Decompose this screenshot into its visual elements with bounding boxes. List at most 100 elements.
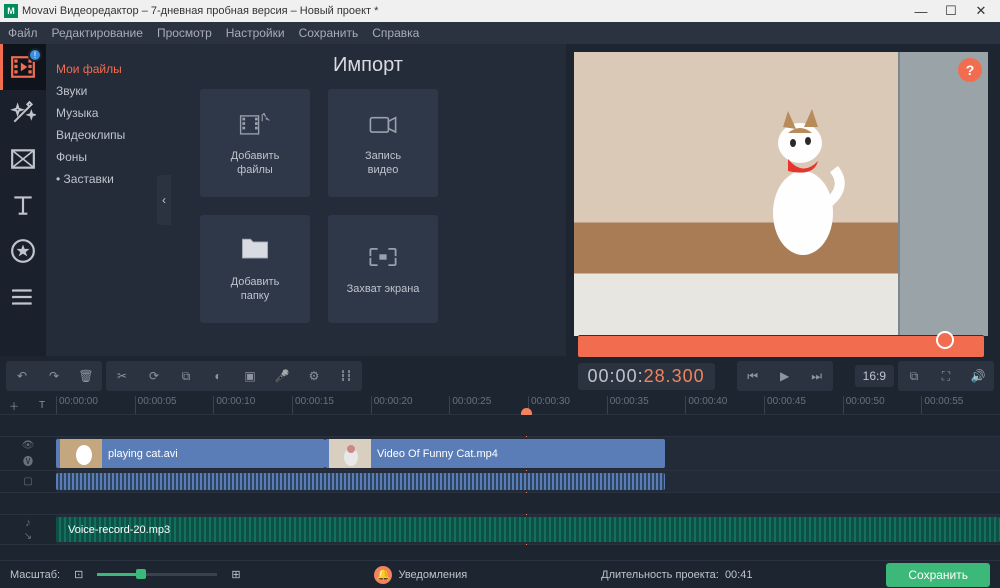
- volume-button[interactable]: 🔊: [962, 361, 994, 391]
- titlebar: M Movavi Видеоредактор – 7-дневная пробн…: [0, 0, 1000, 22]
- cut-button[interactable]: ✂: [106, 361, 138, 391]
- question-icon: ?: [966, 62, 975, 78]
- undo-button[interactable]: ↶: [6, 361, 38, 391]
- clip-properties-button[interactable]: ⚙: [298, 361, 330, 391]
- text-icon: [10, 192, 36, 218]
- timecode-frames: 28.300: [644, 366, 705, 386]
- project-duration: Длительность проекта: 00:41: [601, 569, 752, 581]
- delete-button[interactable]: 🗑: [70, 361, 102, 391]
- tile-add-files[interactable]: Добавить файлы: [200, 89, 310, 197]
- minimize-button[interactable]: —: [906, 4, 936, 19]
- sliders-icon: ┇┇: [340, 371, 352, 382]
- prev-frame-button[interactable]: ⏮: [737, 361, 769, 391]
- next-frame-button[interactable]: ⏭: [801, 361, 833, 391]
- linked-audio-track-head: ▢: [0, 471, 56, 492]
- aspect-ratio-selector[interactable]: 16:9: [855, 365, 894, 387]
- save-button[interactable]: Сохранить: [886, 563, 990, 587]
- close-button[interactable]: ✕: [966, 3, 996, 19]
- menu-view[interactable]: Просмотр: [157, 26, 212, 40]
- sidebar-import-button[interactable]: !: [0, 44, 46, 90]
- menu-file[interactable]: Файл: [8, 26, 38, 40]
- category-my-files[interactable]: Мои файлы: [56, 58, 160, 80]
- scissors-icon: ✂: [117, 369, 127, 383]
- voiceover-button[interactable]: 🎤: [266, 361, 298, 391]
- link-icon[interactable]: 🅥: [23, 453, 33, 468]
- linked-audio-lane[interactable]: [56, 471, 1000, 492]
- video-track-lane[interactable]: playing cat.avi Video Of Funny Cat.mp4: [56, 437, 1000, 470]
- audio-track-lane[interactable]: Voice-record-20.mp3: [56, 515, 1000, 544]
- menu-help[interactable]: Справка: [372, 26, 419, 40]
- transition-insert-button[interactable]: ▣: [234, 361, 266, 391]
- zoom-fit-icon[interactable]: ⊡: [74, 568, 83, 581]
- timeline-ruler[interactable]: ＋ T 00:00:00 00:00:05 00:00:10 00:00:15 …: [0, 396, 1000, 414]
- audio-clip[interactable]: Voice-record-20.mp3: [56, 517, 1000, 542]
- tile-add-folder[interactable]: Добавить папку: [200, 215, 310, 323]
- category-sounds[interactable]: Звуки: [56, 80, 160, 102]
- sidebar-titles-button[interactable]: [0, 182, 46, 228]
- category-videoclips[interactable]: Видеоклипы: [56, 124, 160, 146]
- rotate-button[interactable]: ⟳: [138, 361, 170, 391]
- audio-properties-button[interactable]: ┇┇: [330, 361, 362, 391]
- menu-edit[interactable]: Редактирование: [52, 26, 143, 40]
- menu-save[interactable]: Сохранить: [299, 26, 359, 40]
- tile-label: Запись видео: [365, 149, 401, 177]
- sidebar-transitions-button[interactable]: [0, 136, 46, 182]
- notifications-button[interactable]: 🔔 Уведомления: [374, 566, 467, 584]
- redo-button[interactable]: ↷: [38, 361, 70, 391]
- editor-toolbar: ↶ ↷ 🗑 ✂ ⟳ ⧉ ◐ ▣ 🎤 ⚙ ┇┇ 00:00:28.300 ⏮ ▶ …: [0, 356, 1000, 396]
- timeline-text-button[interactable]: T: [28, 396, 56, 414]
- sidebar-more-button[interactable]: [0, 274, 46, 320]
- clip-thumbnail: [60, 439, 102, 468]
- help-button[interactable]: ?: [958, 58, 982, 82]
- aspect-ratio-label: 16:9: [863, 369, 886, 383]
- notifications-label: Уведомления: [398, 569, 467, 581]
- camera-icon: [365, 109, 401, 139]
- collapse-panel-button[interactable]: ‹: [157, 175, 171, 225]
- crop-button[interactable]: ⧉: [170, 361, 202, 391]
- waveform[interactable]: [56, 473, 665, 490]
- zoom-slider[interactable]: [97, 573, 217, 576]
- clip-label: Video Of Funny Cat.mp4: [377, 448, 498, 460]
- preview-timecode: 00:00:28.300: [578, 363, 715, 390]
- play-button[interactable]: ▶: [769, 361, 801, 391]
- sidebar-filters-button[interactable]: [0, 90, 46, 136]
- import-categories: Мои файлы Звуки Музыка Видеоклипы Фоны •…: [46, 44, 170, 356]
- notification-badge-icon: !: [28, 48, 42, 62]
- ruler-tick: 00:00:50: [843, 396, 922, 414]
- category-intros[interactable]: • Заставки: [56, 168, 160, 190]
- tile-screen-capture[interactable]: Захват экрана: [328, 215, 438, 323]
- detach-preview-button[interactable]: ⧉: [898, 361, 930, 391]
- timecode-prefix: 00:00:: [588, 366, 644, 386]
- eye-icon[interactable]: 👁: [22, 440, 35, 451]
- app-icon: M: [4, 4, 18, 18]
- ruler-tick: 00:00:05: [135, 396, 214, 414]
- video-clip[interactable]: playing cat.avi: [56, 439, 325, 468]
- folder-icon: [237, 235, 273, 265]
- color-adjust-button[interactable]: ◐: [202, 361, 234, 391]
- preview-seekbar[interactable]: [574, 336, 988, 356]
- category-music[interactable]: Музыка: [56, 102, 160, 124]
- menu-settings[interactable]: Настройки: [226, 26, 285, 40]
- star-circle-icon: [10, 238, 36, 264]
- ruler-tick: 00:00:55: [921, 396, 1000, 414]
- sidebar-stickers-button[interactable]: [0, 228, 46, 274]
- preview-content-icon: [748, 103, 858, 263]
- fullscreen-button[interactable]: ⛶: [930, 361, 962, 391]
- frame-icon[interactable]: ▢: [23, 476, 32, 487]
- tile-label: Захват экрана: [347, 282, 420, 296]
- music-note-icon[interactable]: ♪: [25, 517, 31, 529]
- tile-record-video[interactable]: Запись видео: [328, 89, 438, 197]
- text-track-icon: T: [39, 400, 45, 411]
- video-clip[interactable]: Video Of Funny Cat.mp4: [325, 439, 665, 468]
- preview-video[interactable]: [574, 52, 988, 336]
- link-track-icon[interactable]: ↘: [24, 531, 32, 542]
- transitions-icon: [10, 146, 36, 172]
- zoom-in-icon[interactable]: ⊞: [231, 568, 240, 581]
- maximize-button[interactable]: ☐: [936, 3, 966, 19]
- tile-label: Добавить папку: [231, 275, 280, 303]
- skip-back-icon: ⏮: [747, 369, 758, 384]
- volume-icon: 🔊: [971, 369, 986, 383]
- category-backgrounds[interactable]: Фоны: [56, 146, 160, 168]
- add-track-button[interactable]: ＋: [0, 396, 28, 414]
- seekbar-track[interactable]: [578, 335, 984, 357]
